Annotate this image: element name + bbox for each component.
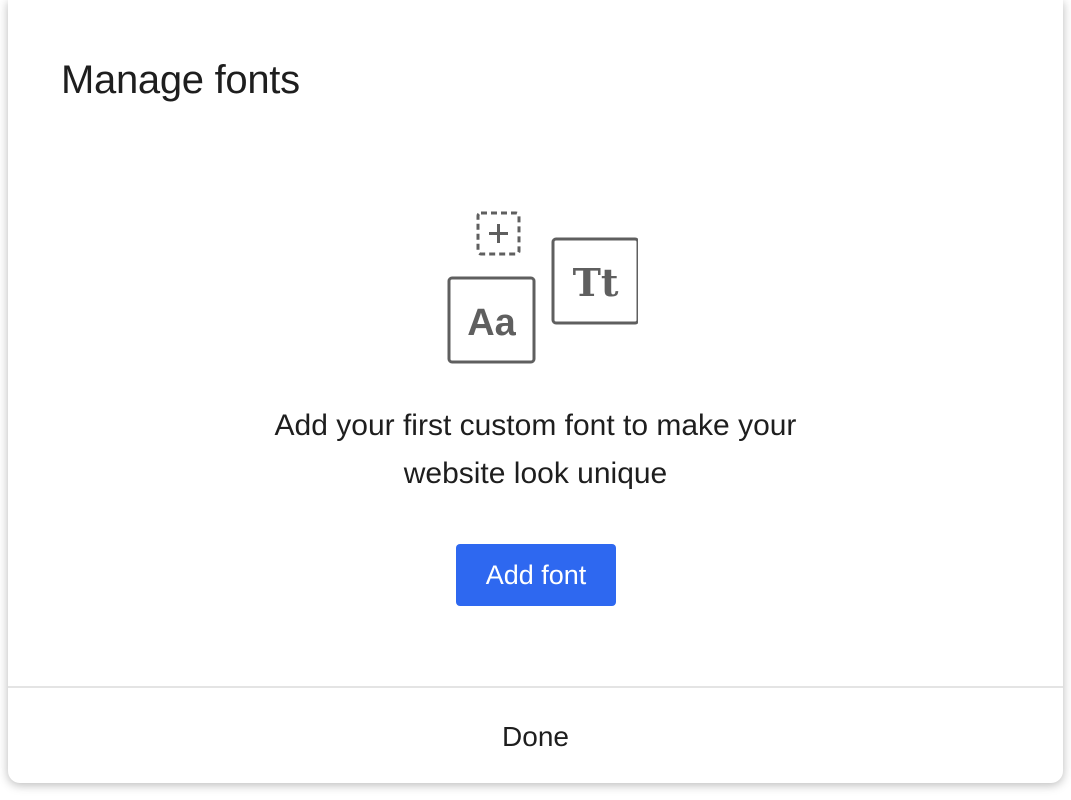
empty-state-message-line1: Add your first custom font to make your	[274, 409, 797, 442]
font-sample-aa-card: Aa	[447, 276, 536, 364]
font-sample-aa: Aa	[467, 302, 516, 344]
empty-state-message-line2: website look unique	[403, 457, 668, 490]
fonts-illustration: Tt Aa	[447, 211, 638, 364]
font-sample-tt: Tt	[573, 260, 619, 305]
done-button[interactable]: Done	[8, 688, 1063, 783]
dialog-footer: Done	[8, 686, 1063, 783]
dialog-title: Manage fonts	[61, 58, 300, 102]
font-sample-tt-card: Tt	[551, 237, 638, 325]
add-font-button[interactable]: Add font	[456, 544, 616, 606]
empty-state-message: Add your first custom font to make your …	[8, 402, 1063, 498]
dashed-plus-icon	[476, 211, 521, 256]
manage-fonts-dialog: Manage fonts Tt Aa Add your first custom…	[8, 0, 1063, 783]
